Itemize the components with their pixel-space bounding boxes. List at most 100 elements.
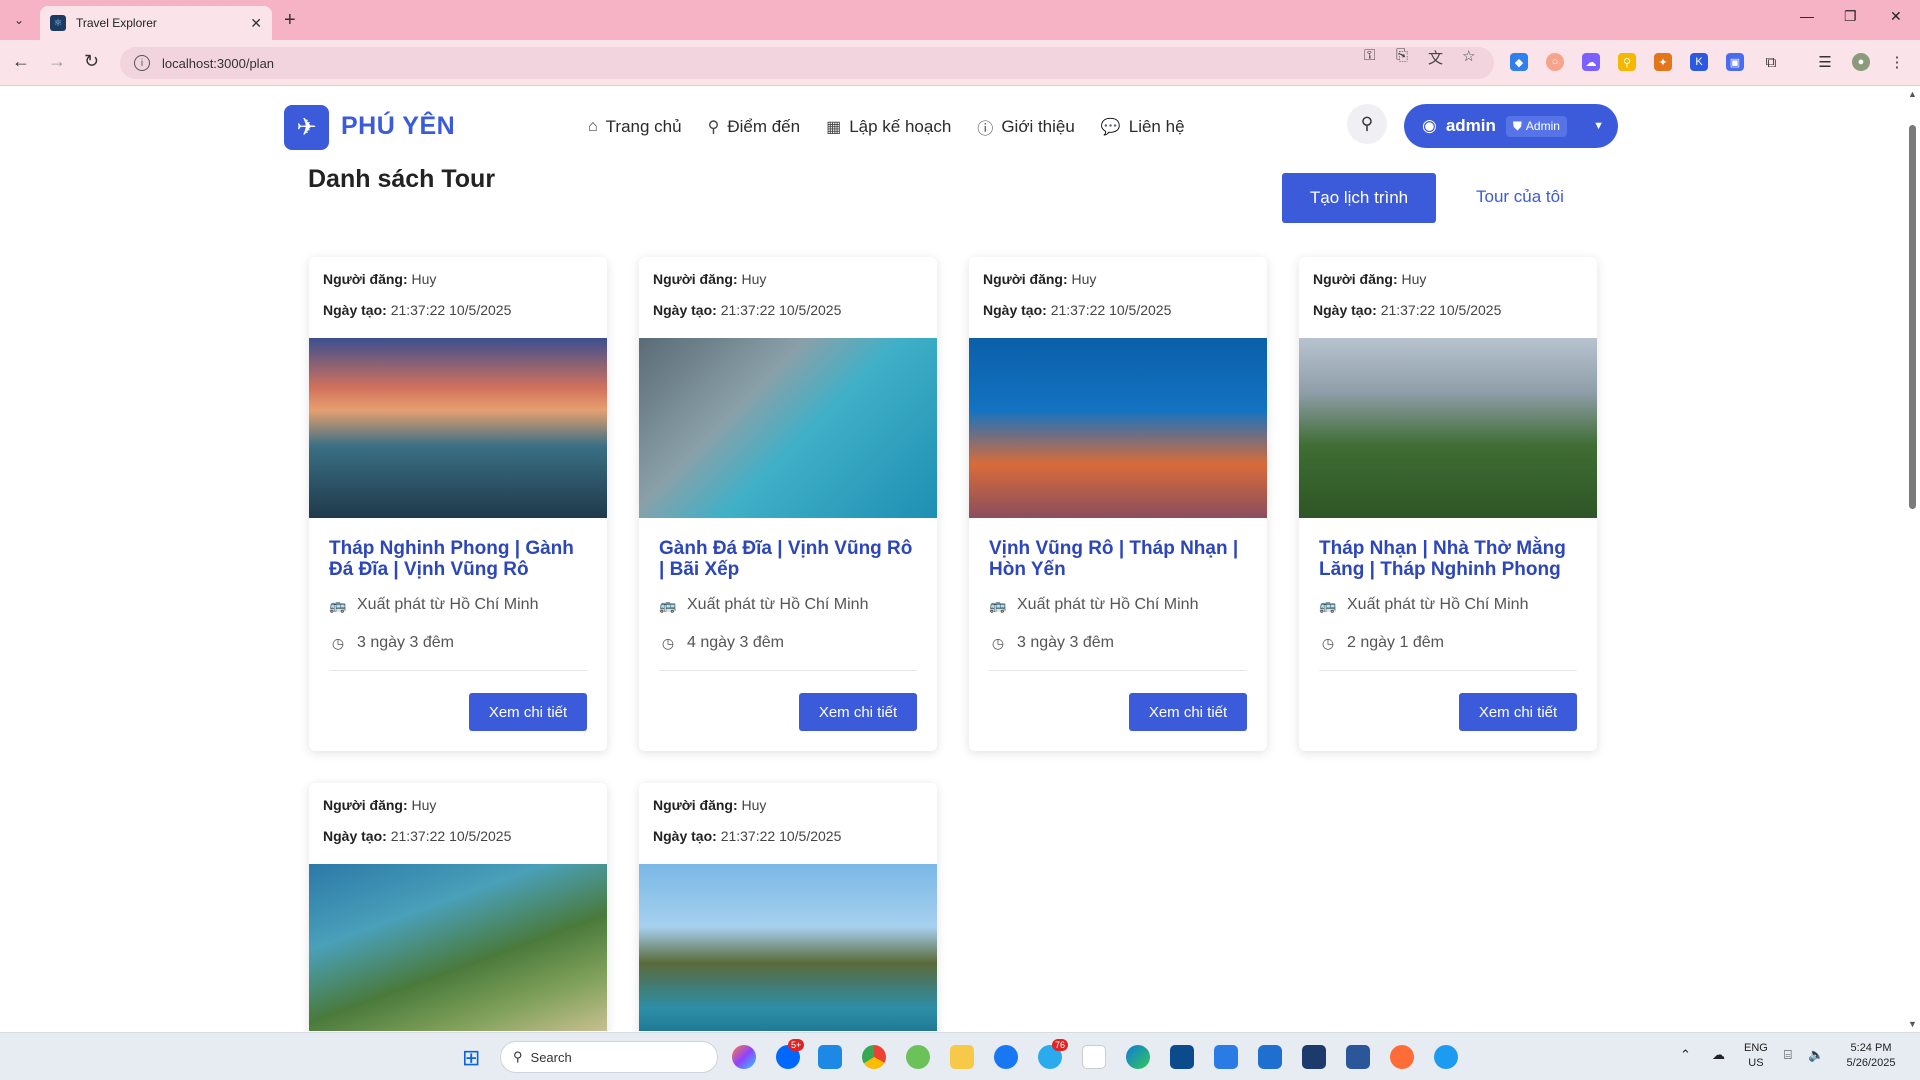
tour-departure: Xuất phát từ Hồ Chí Minh (1017, 596, 1199, 613)
app-dark-icon[interactable] (1302, 1045, 1326, 1069)
vscode-icon[interactable] (818, 1045, 842, 1069)
card-meta: Người đăng: Huy Ngày tạo: 21:37:22 10/5/… (1299, 257, 1597, 333)
show-hidden-icons[interactable]: ⌃ (1680, 1047, 1691, 1062)
card-divider (989, 670, 1247, 671)
scroll-up-icon[interactable]: ▲ (1908, 89, 1917, 99)
tour-duration: 3 ngày 3 đêm (1017, 634, 1114, 651)
poster-name: Huy (411, 797, 437, 813)
scroll-down-icon[interactable]: ▼ (1908, 1019, 1917, 1029)
view-detail-button[interactable]: Xem chi tiết (469, 693, 587, 731)
tour-title[interactable]: Tháp Nhạn | Nhà Thờ Mằng Lăng | Tháp Ngh… (1299, 518, 1597, 586)
nav-item-home[interactable]: ⌂ Trang chủ (588, 115, 682, 139)
created-label: Ngày tạo: (653, 302, 717, 318)
facebook-icon[interactable] (994, 1045, 1018, 1069)
user-menu-button[interactable]: ◉ admin ⛊ Admin ▼ (1404, 104, 1618, 148)
extensions-puzzle-icon[interactable]: ⧉ (1762, 53, 1780, 71)
nav-item-about[interactable]: ⓘ Giới thiệu (977, 115, 1075, 139)
extension-1-icon[interactable]: ◆ (1510, 53, 1528, 71)
poster-label: Người đăng: (323, 271, 408, 287)
edge-icon[interactable] (1126, 1045, 1150, 1069)
tab-search-icon[interactable]: ⌄ (8, 9, 30, 31)
tour-title[interactable]: Tháp Nghinh Phong | Gành Đá Đĩa | Vịnh V… (309, 518, 607, 586)
language-indicator[interactable]: ENG US (1744, 1041, 1768, 1071)
create-itinerary-button[interactable]: Tạo lịch trình (1282, 173, 1436, 223)
bookmark-star-icon[interactable]: ☆ (1462, 47, 1475, 65)
address-bar[interactable]: i localhost:3000/plan (120, 47, 1494, 79)
tour-info: 🚌 Xuất phát từ Hồ Chí Minh ◷ 3 ngày 3 đêm (309, 586, 607, 662)
tour-image[interactable] (639, 338, 937, 518)
extension-3-icon[interactable]: ☁ (1582, 53, 1600, 71)
copilot-icon[interactable] (732, 1045, 756, 1069)
clock[interactable]: 5:24 PM 5/26/2025 (1836, 1041, 1906, 1071)
forward-icon[interactable]: → (48, 51, 66, 72)
site-info-icon[interactable]: i (134, 55, 150, 71)
page-scrollbar[interactable]: ▲ ▼ (1904, 87, 1920, 1031)
app-grid-icon[interactable] (1082, 1045, 1106, 1069)
tour-duration: 3 ngày 3 đêm (357, 634, 454, 651)
clock-time: 5:24 PM (1850, 1042, 1892, 1054)
extension-4-icon[interactable]: ⚲ (1618, 53, 1636, 71)
close-window-icon[interactable]: ✕ (1890, 8, 1902, 25)
devhome-icon[interactable] (1170, 1045, 1194, 1069)
install-icon[interactable]: ⎘ (1396, 47, 1408, 64)
plane-logo-icon[interactable]: ✈ (284, 105, 329, 150)
metamask-icon[interactable]: ✦ (1654, 53, 1672, 71)
my-tours-link[interactable]: Tour của tôi (1476, 187, 1564, 207)
tour-image[interactable] (639, 864, 937, 1031)
tour-title[interactable]: Gành Đá Đĩa | Vịnh Vũng Rô | Bãi Xếp (639, 518, 937, 586)
restore-icon[interactable]: ❐ (1844, 8, 1857, 25)
profile-avatar-icon[interactable]: ● (1852, 53, 1870, 71)
tour-image[interactable] (969, 338, 1267, 518)
clock-date: 5/26/2025 (1846, 1057, 1896, 1069)
nav-item-label: Giới thiệu (1001, 117, 1075, 136)
volume-icon[interactable]: 🔈 (1808, 1047, 1824, 1062)
chrome-icon[interactable] (862, 1045, 886, 1069)
app-blue-icon[interactable] (1434, 1045, 1458, 1069)
extension-k-icon[interactable]: K (1690, 53, 1708, 71)
translate-icon[interactable]: 文 (1428, 47, 1443, 68)
tour-image[interactable] (309, 864, 607, 1031)
caret-down-icon: ▼ (1593, 120, 1604, 132)
nav-item-destinations[interactable]: ⚲ Điểm đến (708, 115, 800, 139)
browser-tab[interactable]: ⚛ Travel Explorer ✕ (40, 6, 272, 40)
info-icon: ⓘ (977, 121, 994, 138)
tab-close-icon[interactable]: ✕ (250, 15, 262, 32)
menu-kebab-icon[interactable]: ⋮ (1888, 53, 1906, 71)
file-explorer-icon[interactable] (950, 1045, 974, 1069)
media-control-icon[interactable]: ☰ (1816, 53, 1834, 71)
tour-image[interactable] (309, 338, 607, 518)
tour-image[interactable] (1299, 338, 1597, 518)
taskbar-search[interactable]: ⚲ Search (500, 1041, 718, 1073)
search-button[interactable]: ⚲ (1347, 104, 1387, 144)
extension-2-icon[interactable]: ○ (1546, 53, 1564, 71)
bus-icon: 🚌 (1319, 596, 1337, 613)
postman-icon[interactable] (1390, 1045, 1414, 1069)
shield-icon: ⛊ (1512, 118, 1522, 133)
minimize-icon[interactable]: — (1800, 8, 1814, 24)
back-icon[interactable]: ← (12, 51, 30, 72)
view-detail-button[interactable]: Xem chi tiết (1129, 693, 1247, 731)
view-detail-button[interactable]: Xem chi tiết (799, 693, 917, 731)
windows-start-icon[interactable]: ⊞ (462, 1045, 480, 1071)
chat-icon: 💬 (1100, 119, 1121, 136)
onedrive-icon[interactable]: ☁ (1712, 1047, 1725, 1062)
created-label: Ngày tạo: (323, 828, 387, 844)
reload-icon[interactable]: ↻ (84, 51, 99, 72)
scrollbar-thumb[interactable] (1909, 125, 1916, 509)
site-logo-text[interactable]: PHÚ YÊN (341, 112, 455, 141)
created-label: Ngày tạo: (1313, 302, 1377, 318)
word-icon[interactable] (1346, 1045, 1370, 1069)
key-icon[interactable]: ⚿ (1364, 47, 1375, 64)
view-detail-button[interactable]: Xem chi tiết (1459, 693, 1577, 731)
new-tab-icon[interactable]: + (284, 9, 296, 32)
bus-icon: 🚌 (329, 596, 347, 613)
network-icon[interactable]: ⌸ (1784, 1047, 1792, 1062)
app-green-icon[interactable] (906, 1045, 930, 1069)
store-icon[interactable] (1214, 1045, 1238, 1069)
tour-title[interactable]: Vịnh Vũng Rô | Tháp Nhạn | Hòn Yến (969, 518, 1267, 586)
tour-info: 🚌 Xuất phát từ Hồ Chí Minh ◷ 3 ngày 3 đêm (969, 586, 1267, 662)
extension-6-icon[interactable]: ▣ (1726, 53, 1744, 71)
nav-item-planning[interactable]: ▦ Lập kế hoạch (826, 115, 951, 139)
nav-item-contact[interactable]: 💬 Liên hệ (1101, 115, 1185, 139)
app-hex-icon[interactable] (1258, 1045, 1282, 1069)
